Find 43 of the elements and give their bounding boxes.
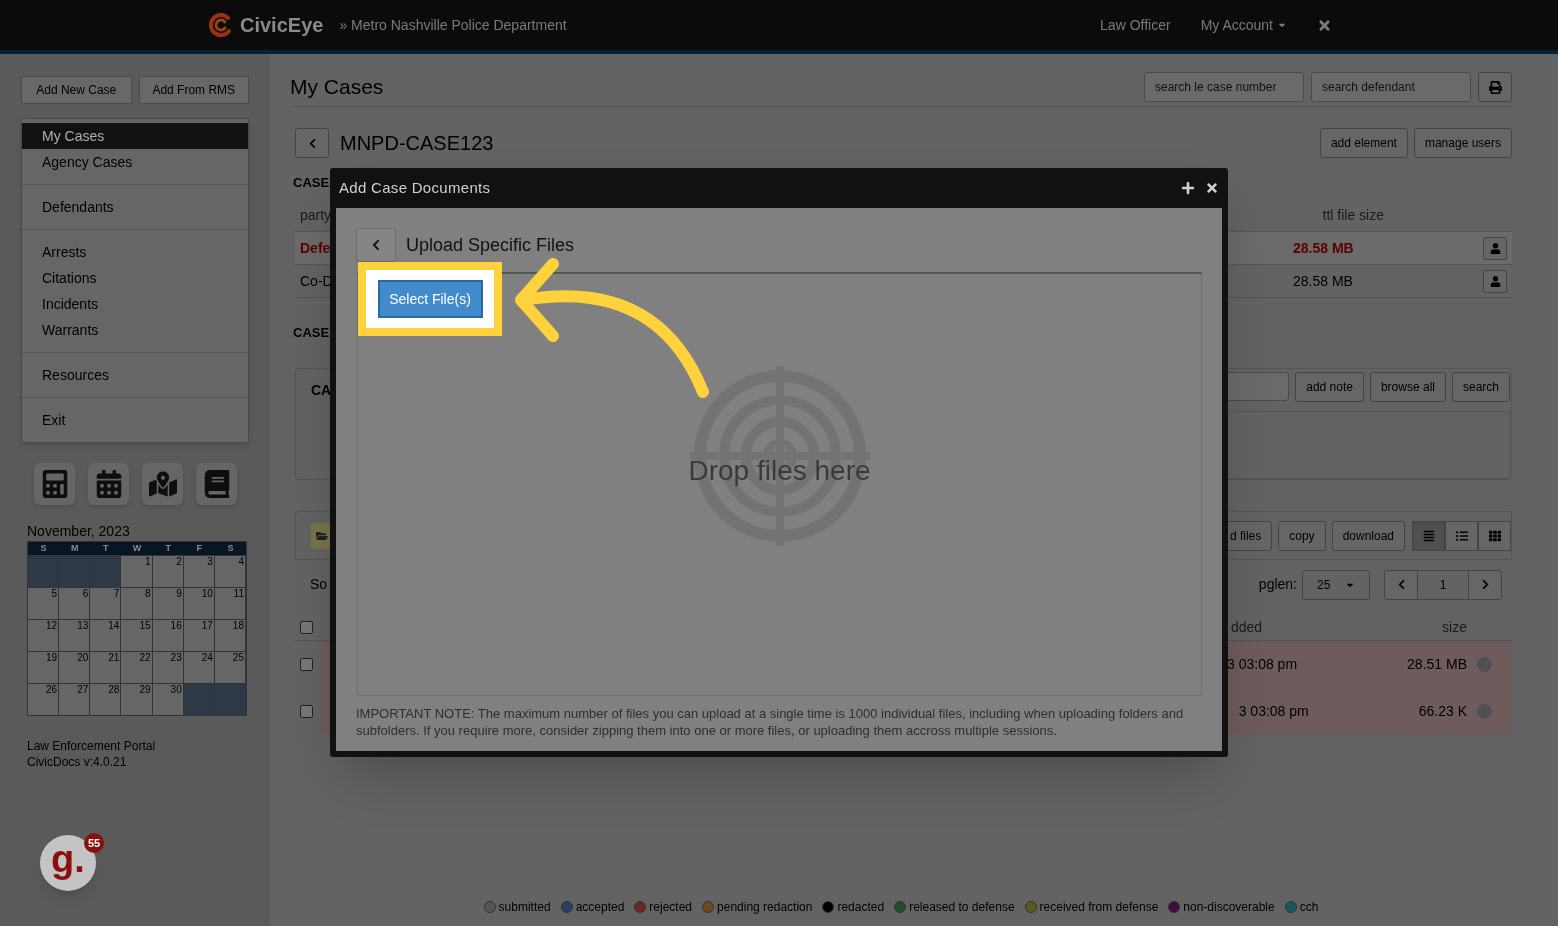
file-size: 28.58 MB <box>1293 271 1354 291</box>
section-heading: CASE <box>293 325 330 341</box>
sort-label: So <box>310 575 328 594</box>
weekday-label: T <box>102 542 110 555</box>
count-badge: 55 <box>84 833 104 853</box>
version-info: CivicDocs v:4.0.21 <box>27 754 128 770</box>
weekday-label: W <box>131 542 143 555</box>
weekday-label: T <box>164 542 172 555</box>
file-size: 66.23 K <box>1418 702 1467 721</box>
legend-label: redacted <box>837 899 885 916</box>
dialog-title: Add Case Documents <box>339 177 491 198</box>
legend-label: received from defense <box>1039 899 1159 916</box>
legend-label: released to defense <box>909 899 1015 916</box>
weekday-label: S <box>226 542 235 555</box>
party-name: Defe <box>300 238 331 258</box>
calendar-title: November, 2023 <box>27 523 131 539</box>
file-size: 28.58 MB <box>1293 238 1355 258</box>
file-size: 28.51 MB <box>1407 655 1467 674</box>
column-header: ttl file size <box>1322 207 1384 223</box>
upload-note: IMPORTANT NOTE: The maximum number of files you can upload at a single time is 1000 individual files, including when uploading folders and subfolders. If you require more, consider zipping them into one or more files, or uploading them accross multiple sessions. <box>356 705 1185 739</box>
column-header: size <box>1442 618 1467 637</box>
page-length-label: pglen: <box>1258 575 1297 594</box>
legend-label: pending redaction <box>717 899 813 916</box>
agency-name: » Metro Nashville Police Department <box>339 15 567 35</box>
dialog-heading: Upload Specific Files <box>406 233 575 257</box>
version-info: Law Enforcement Portal <box>27 738 157 754</box>
date-added: 3 03:08 pm <box>1227 655 1298 674</box>
weekday-label: M <box>69 542 80 555</box>
page-title: My Cases <box>290 74 384 100</box>
legend-label: accepted <box>575 899 625 916</box>
column-header: dded <box>1230 618 1263 637</box>
legend-label: submitted <box>498 899 551 916</box>
section-heading: CASE <box>293 175 330 191</box>
date-added: 3 03:08 pm <box>1238 702 1309 721</box>
column-header: party <box>300 207 332 223</box>
legend-label: non-discoverable <box>1183 899 1275 916</box>
drop-hint: Drop files here <box>687 454 872 488</box>
panel-title: CA <box>311 382 332 400</box>
weekday-label: F <box>195 542 203 555</box>
weekday-label: S <box>39 542 48 555</box>
case-number: MNPD-CASE123 <box>340 131 494 156</box>
legend-label: cch <box>1299 899 1319 916</box>
legend-label: rejected <box>649 899 693 916</box>
